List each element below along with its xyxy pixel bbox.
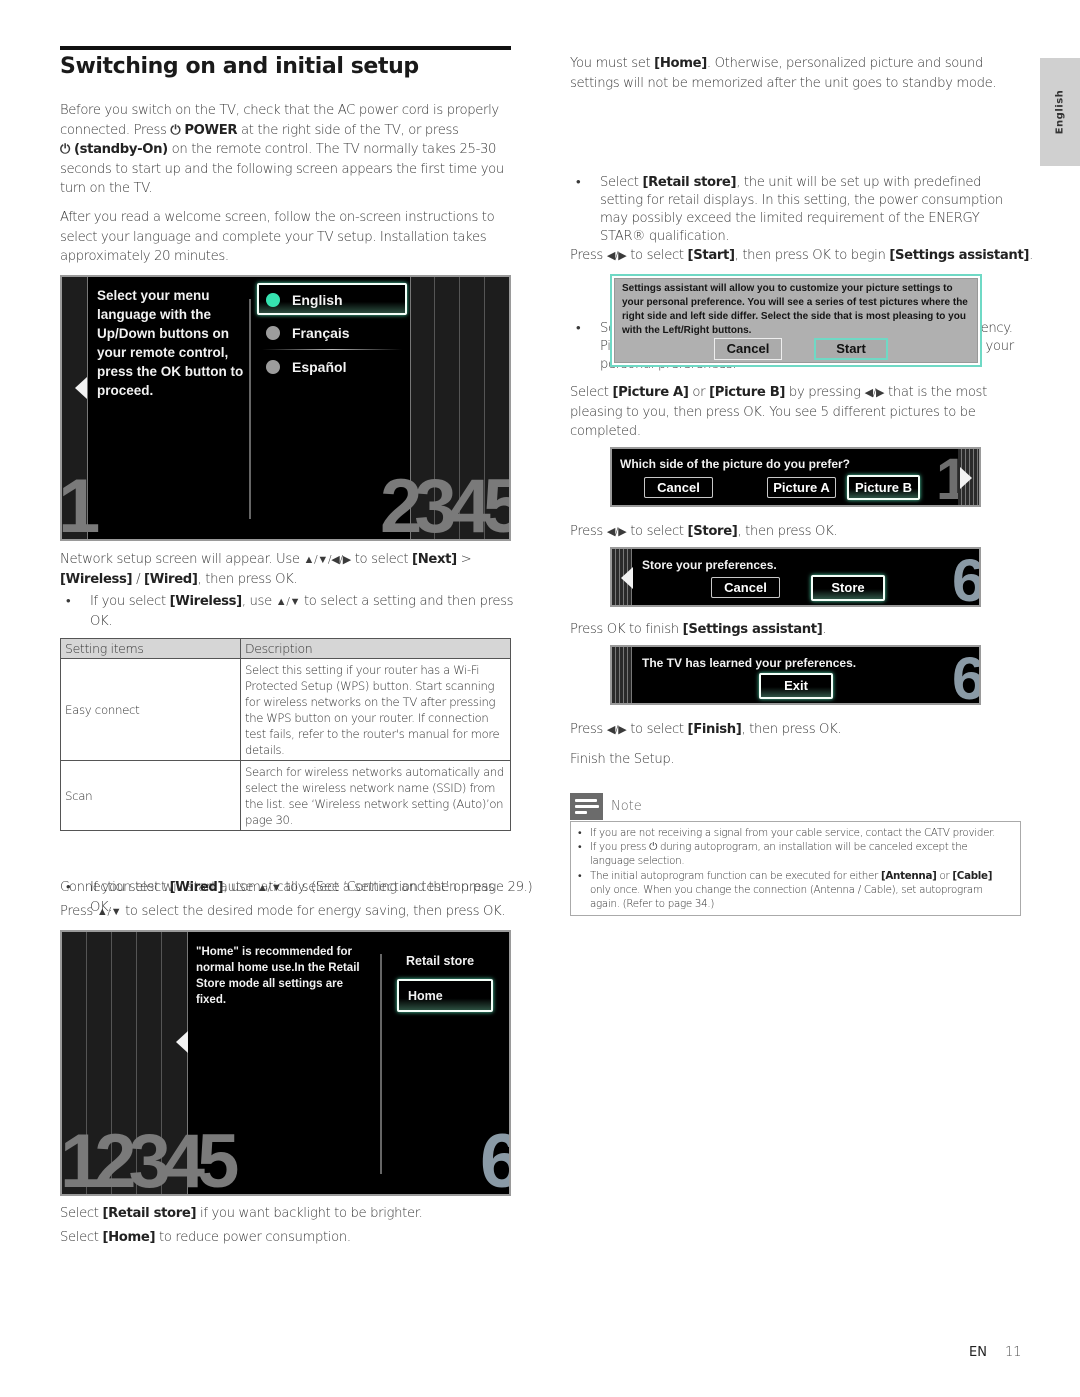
divider [380,954,382,1174]
back-arrow-icon[interactable] [75,377,87,399]
up-down-arrows-icon: ▲/▼ [275,595,301,608]
learned-preferences-screen: The TV has learned your preferences. Exi… [610,645,981,705]
next-arrow-icon[interactable] [960,467,972,489]
network-paragraph: Network setup screen will appear. Use ▲/… [60,552,472,587]
option-retail-store[interactable]: Retail store [406,954,474,968]
back-arrow-icon[interactable] [621,567,633,589]
install-paragraph: After you read a welcome screen, follow … [60,210,495,264]
retail-store-note: Select [Retail store] if you want backli… [60,1206,423,1221]
energy-mode-screen: 12345 "Home" is recommended for normal h… [60,930,511,1196]
cancel-button[interactable]: Cancel [714,338,782,360]
setting-description: Select this setting if your router has a… [240,658,511,761]
picture-b-button[interactable]: Picture B [847,475,920,500]
energy-instruction: "Home" is recommended for normal home us… [196,946,360,1006]
note-title: Note [611,799,642,814]
title-rule [60,46,511,50]
left-right-arrows-icon: ◀/▶ [606,525,627,538]
exit-button[interactable]: Exit [759,673,833,699]
page-title: Switching on and initial setup [60,54,419,79]
note-icon [570,793,603,820]
language-option-espanol[interactable]: Español [257,355,407,383]
note-item: • If you press ⏻ during autoprogram, an i… [578,841,968,868]
intro-paragraph: Before you switch on the TV, check that … [60,103,504,196]
back-arrow-icon[interactable] [176,1031,188,1053]
note-item: • If you are not receiving a signal from … [578,827,996,839]
footer-language: EN [969,1345,987,1360]
start-button[interactable]: Start [814,338,888,360]
picture-preference-screen: Which side of the picture do you prefer?… [610,447,981,507]
setting-item: Easy connect [60,658,241,761]
settings-assistant-dialog: Settings assistant will allow you to cus… [610,274,982,367]
step-number: 1 [936,447,968,507]
language-option-english[interactable]: English [257,283,407,315]
home-note: Select [Home] to reduce power consumptio… [60,1230,351,1245]
connection-test-text: Connection test will start automatically… [60,880,533,895]
note-item: • The initial autoprogram function can be… [578,869,993,911]
option-label: English [292,292,343,308]
store-text: Store your preferences. [642,558,777,572]
option-label: Español [292,359,347,375]
preference-question: Which side of the picture do you prefer? [620,457,851,471]
language-option-francais[interactable]: Français [257,321,407,349]
radio-icon [266,326,280,340]
cancel-button[interactable]: Cancel [644,477,713,498]
learned-text: The TV has learned your preferences. [642,656,857,670]
table-header-row: Setting items Description [60,638,511,659]
energy-paragraph: Press ▲/▼ to select the desired mode for… [60,904,506,919]
page-number: 11 [1005,1345,1022,1360]
language-select-screen: 1 Select your menu language with the Up/… [60,275,511,541]
standby-icon: ⏻ [60,142,71,157]
language-instruction: Select your menu language with the Up/Do… [97,288,244,398]
wireless-settings-table: Setting items Description Easy connect S… [60,638,511,831]
step-numbers-left: 12345 [60,1119,239,1196]
retail-store-bullet: • Select [Retail store], the unit will b… [576,175,1003,244]
power-icon: ⏻ [649,841,657,854]
divider [249,299,251,519]
power-icon: ⏻ [170,122,181,138]
start-paragraph: Press ◀/▶ to select [Start], then press … [570,248,1033,263]
must-set-paragraph: You must set [Home]. Otherwise, personal… [570,56,997,91]
step-number-left: 1 [60,464,100,541]
arrow-keys-icon: ▲/▼/◀/▶ [303,553,351,566]
store-preferences-screen: Store your preferences. Cancel Store 6 [610,547,981,607]
finish-paragraph: Press ◀/▶ to select [Finish], then press… [570,722,842,737]
picture-a-button[interactable]: Picture A [767,477,836,498]
wireless-bullet: • If you select [Wireless], use ▲/▼ to s… [66,594,514,629]
picture-paragraph: Select [Picture A] or [Picture B] by pre… [570,385,987,439]
step-number-right: 6 [480,1119,511,1196]
setting-item: Scan [60,760,241,831]
language-side-tab: English [1040,58,1080,166]
option-separator [262,349,402,350]
left-right-arrows-icon: ◀/▶ [864,386,885,399]
step-strips [612,647,632,703]
table-row: Scan Search for wireless networks automa… [60,760,511,831]
settings-assistant-text: Settings assistant will allow you to cus… [622,283,968,336]
table-row: Easy connect Select this setting if your… [60,658,511,761]
finish-assistant-paragraph: Press OK to finish [Settings assistant]. [570,622,827,637]
column-header: Description [240,638,511,659]
left-right-arrows-icon: ◀/▶ [606,723,627,736]
column-header: Setting items [60,638,241,659]
step-numbers-right: 23456 [380,464,509,541]
up-down-arrows-icon: ▲/▼ [96,905,122,918]
cancel-button[interactable]: Cancel [711,577,780,598]
setting-description: Search for wireless networks automatical… [240,760,511,831]
side-tab-label: English [1054,89,1066,135]
left-right-arrows-icon: ◀/▶ [606,249,627,262]
store-button[interactable]: Store [811,575,885,601]
store-paragraph: Press ◀/▶ to select [Store], then press … [570,524,838,539]
radio-selected-icon [266,293,280,307]
option-home[interactable]: Home [397,979,493,1012]
step-number: 6 [952,645,979,705]
finish-setup-text: Finish the Setup. [570,752,675,767]
radio-icon [266,360,280,374]
option-label: Français [292,325,350,341]
option-label: Home [408,989,443,1003]
note-box: • If you are not receiving a signal from … [570,821,1021,916]
step-number: 6 [952,547,979,607]
